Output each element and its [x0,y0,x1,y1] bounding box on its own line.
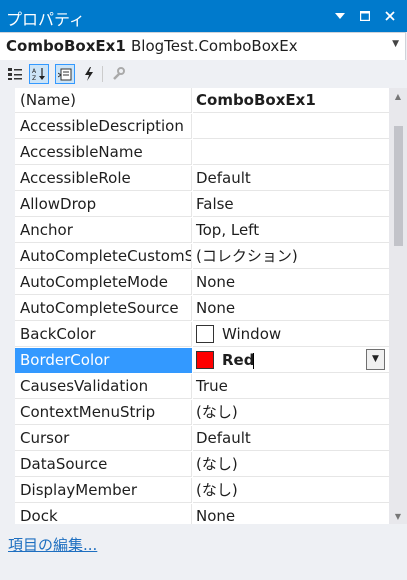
property-value[interactable] [193,114,389,139]
property-name[interactable]: ContextMenuStrip [15,400,192,425]
grid-gutter [0,88,15,524]
property-value-text: Window [222,325,282,343]
property-value[interactable]: (なし) [193,400,389,425]
property-row[interactable]: CausesValidation True [15,374,389,400]
property-row[interactable]: (Name) ComboBoxEx1 [15,88,389,114]
property-value[interactable]: None [193,270,389,295]
property-row[interactable]: AccessibleName [15,140,389,166]
close-button[interactable] [380,6,400,26]
property-name[interactable]: Dock [15,504,192,524]
property-value[interactable]: (コレクション) [193,244,389,269]
dropdown-arrow-button[interactable]: ▼ [366,349,385,370]
property-row[interactable]: BackColor Window [15,322,389,348]
categorized-button[interactable] [5,64,25,84]
commands-pane: 項目の編集... [0,524,407,580]
property-name[interactable]: AccessibleName [15,140,192,165]
window-title: プロパティ [6,10,86,29]
property-value[interactable]: ComboBoxEx1 [193,88,389,113]
window-dropdown-button[interactable] [330,6,350,26]
property-value[interactable]: True [193,374,389,399]
object-type: BlogTest.ComboBoxEx [131,37,298,55]
property-name[interactable]: DataSource [15,452,192,477]
property-row[interactable]: DataSource (なし) [15,452,389,478]
property-row[interactable]: AccessibleDescription [15,114,389,140]
property-value[interactable]: (なし) [193,452,389,477]
property-toolbar: A Z [0,60,407,88]
edit-items-link[interactable]: 項目の編集... [8,534,97,555]
scroll-up-arrow-icon[interactable]: ▲ [389,88,407,104]
property-row[interactable]: AutoCompleteMode None [15,270,389,296]
property-name[interactable]: AutoCompleteMode [15,270,192,295]
property-name[interactable]: BorderColor [15,348,192,373]
property-name[interactable]: AllowDrop [15,192,192,217]
property-name[interactable]: Cursor [15,426,192,451]
wrench-icon [113,67,125,80]
property-pages-button[interactable] [108,64,128,84]
property-value[interactable]: Window [193,322,389,347]
property-name[interactable]: Anchor [15,218,192,243]
property-row[interactable]: ContextMenuStrip (なし) [15,400,389,426]
toolbar-separator [102,66,103,82]
property-value[interactable]: (なし) [193,478,389,503]
scroll-down-arrow-icon[interactable]: ▼ [389,508,407,524]
categorized-icon [8,68,22,80]
chevron-down-icon [335,13,345,19]
svg-text:Z: Z [32,75,36,81]
property-row[interactable]: AutoCompleteCustomSource(コレクション) [15,244,389,270]
property-value[interactable]: None [193,504,389,524]
property-name[interactable]: CausesValidation [15,374,192,399]
property-row[interactable]: AllowDrop False [15,192,389,218]
events-icon [85,67,93,81]
close-icon [385,11,395,21]
object-selector[interactable]: ComboBoxEx1 BlogTest.ComboBoxEx ▼ [0,32,406,61]
svg-text:A: A [32,68,37,75]
property-name[interactable]: BackColor [15,322,192,347]
property-value[interactable]: False [193,192,389,217]
properties-button[interactable] [55,64,75,84]
vertical-scrollbar[interactable]: ▲ ▼ [389,88,407,524]
property-name[interactable]: AutoCompleteCustomSource [15,244,192,269]
property-value[interactable]: Top, Left [193,218,389,243]
title-bar: プロパティ [0,0,407,32]
color-swatch [196,351,214,369]
property-value[interactable]: Default [193,426,389,451]
text-caret [253,353,254,369]
property-value[interactable]: None [193,296,389,321]
color-swatch [196,325,214,343]
properties-icon [58,68,72,81]
property-value[interactable] [193,140,389,165]
scrollbar-thumb[interactable] [394,126,403,246]
alphabetical-icon: A Z [32,68,45,81]
property-row[interactable]: AccessibleRole Default [15,166,389,192]
alphabetical-button[interactable]: A Z [29,64,49,84]
property-row[interactable]: Dock None [15,504,389,524]
maximize-icon [360,11,370,21]
property-value[interactable]: Default [193,166,389,191]
property-value-editor[interactable]: Red ▼ [193,348,389,373]
property-name[interactable]: (Name) [15,88,192,113]
property-row[interactable]: Cursor Default [15,426,389,452]
maximize-button[interactable] [355,6,375,26]
property-name[interactable]: AutoCompleteSource [15,296,192,321]
events-button[interactable] [79,64,99,84]
property-row[interactable]: DisplayMember (なし) [15,478,389,504]
property-value-text: Red [222,351,255,369]
property-row[interactable]: Anchor Top, Left [15,218,389,244]
chevron-down-icon: ▼ [392,39,399,49]
property-name[interactable]: DisplayMember [15,478,192,503]
property-grid: (Name) ComboBoxEx1 AccessibleDescription Ac… [0,88,389,524]
property-name[interactable]: AccessibleDescription [15,114,192,139]
object-name: ComboBoxEx1 [6,37,126,55]
property-name[interactable]: AccessibleRole [15,166,192,191]
property-row[interactable]: BorderColor Red ▼ [15,348,389,374]
property-row[interactable]: AutoCompleteSource None [15,296,389,322]
